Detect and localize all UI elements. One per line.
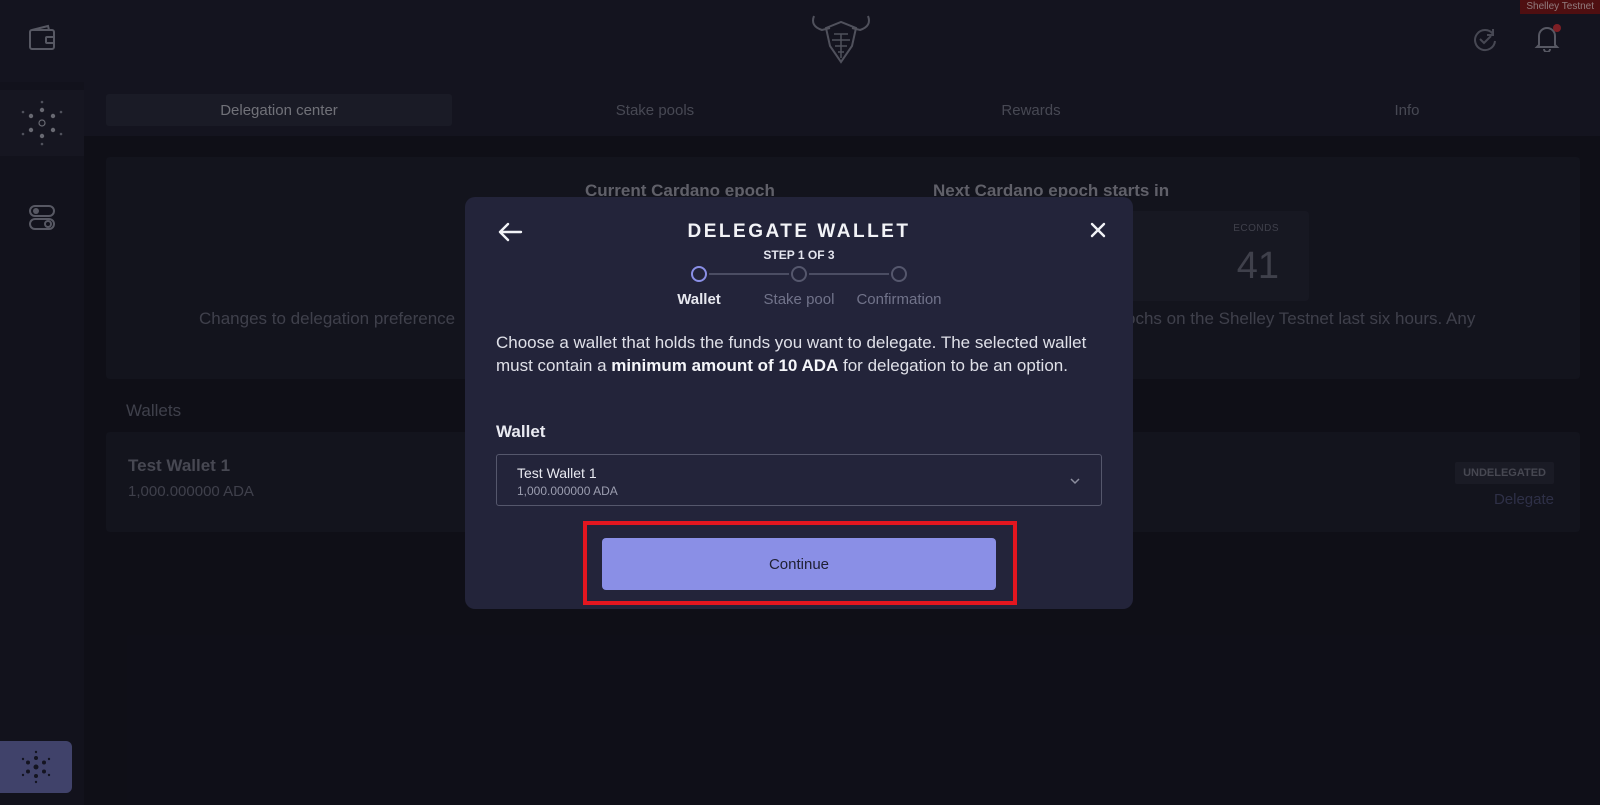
dialog-description: Choose a wallet that holds the funds you… (496, 333, 1087, 375)
continue-button[interactable]: Continue (602, 538, 996, 590)
wallet-field-label: Wallet (496, 422, 546, 441)
step-label-confirmation: Confirmation (856, 291, 942, 308)
stepper: Wallet Stake pool Confirmation (465, 197, 1133, 317)
wallet-select[interactable]: Test Wallet 1 1,000.000000 ADA (496, 454, 1102, 506)
minimum-amount-text: minimum amount of 10 ADA (611, 356, 839, 375)
step-dot-confirmation (891, 266, 907, 282)
chevron-down-icon (1070, 478, 1080, 485)
selected-wallet-amount: 1,000.000000 ADA (517, 484, 618, 498)
step-dot-stake-pool (791, 266, 807, 282)
delegate-wallet-dialog: DELEGATE WALLET STEP 1 OF 3 Wallet Stake… (465, 197, 1133, 609)
step-connector (709, 273, 789, 275)
step-dot-wallet (691, 266, 707, 282)
selected-wallet-name: Test Wallet 1 (517, 465, 597, 481)
step-connector (809, 273, 889, 275)
